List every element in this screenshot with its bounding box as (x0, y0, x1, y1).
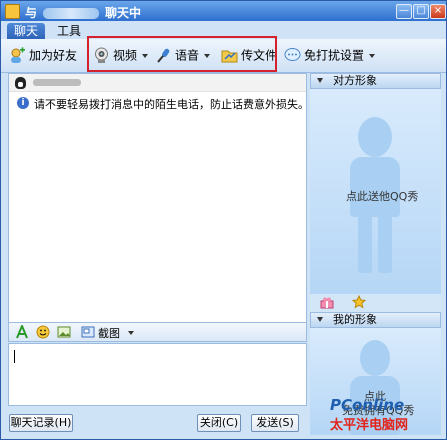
tab-tools[interactable]: 工具 (53, 23, 85, 39)
peer-show-link[interactable]: 点此送他QQ秀 (346, 188, 418, 204)
show-panel: 对方形象 点此送他QQ秀 我的形象 点此 免费拥有QQ秀 (310, 73, 441, 435)
title-suffix: 聊天中 (105, 6, 142, 20)
screenshot-dropdown-arrow[interactable] (128, 331, 134, 335)
chat-display[interactable]: i 请不要轻易拨打消息中的陌生电话，防止话费意外损失。 (8, 73, 309, 323)
watermark-brand: PConline (330, 396, 405, 414)
peer-avatar-area[interactable]: 点此送他QQ秀 (310, 89, 441, 294)
peer-avatar-leg-left (358, 215, 372, 273)
qq-penguin-icon (15, 77, 26, 89)
peer-show-header[interactable]: 对方形象 (310, 73, 441, 89)
emoji-icon[interactable] (36, 325, 50, 339)
speech-bubble-icon (284, 48, 301, 61)
maximize-button[interactable]: □ (413, 4, 429, 19)
gift-icon[interactable] (320, 296, 334, 309)
title-prefix: 与 (25, 6, 38, 20)
chat-history-button[interactable]: 聊天记录(H) (9, 414, 73, 432)
peer-avatar-body (350, 157, 400, 217)
input-toolbar: 截图 (8, 322, 307, 342)
minimize-button[interactable]: — (396, 4, 412, 19)
info-icon: i (17, 97, 29, 109)
chat-window: 与聊天中 — □ × 聊天 工具 加为好友 视频 语音 传文件 免打扰设置 i … (0, 0, 447, 440)
text-caret (14, 350, 15, 363)
system-warning: 请不要轻易拨打消息中的陌生电话，防止话费意外损失。 (34, 98, 309, 111)
chat-contact-header (9, 74, 306, 92)
add-friend-icon (11, 47, 25, 63)
highlight-box (87, 36, 277, 72)
do-not-disturb-button[interactable]: 免打扰设置 (284, 45, 376, 65)
my-show-header[interactable]: 我的形象 (310, 312, 441, 328)
message-input[interactable] (8, 343, 307, 406)
font-icon[interactable] (15, 325, 29, 339)
close-button[interactable]: 关闭(C) (197, 414, 241, 432)
star-icon[interactable] (352, 295, 366, 309)
my-avatar-head (360, 340, 390, 376)
collapse-arrow-icon (317, 317, 323, 322)
image-icon[interactable] (57, 325, 71, 339)
peer-avatar-head (358, 117, 392, 157)
send-button[interactable]: 发送(S) (251, 414, 299, 432)
tab-chat[interactable]: 聊天 (7, 23, 45, 39)
show-actions (310, 294, 441, 312)
watermark-site: 太平洋电脑网 (330, 418, 409, 433)
dnd-dropdown-arrow[interactable] (369, 53, 376, 58)
screenshot-icon[interactable] (81, 325, 95, 339)
peer-avatar-leg-right (378, 215, 392, 273)
contact-id-blurred (33, 79, 81, 86)
pconline-watermark: PConline 太平洋电脑网 (330, 396, 408, 433)
title-bar[interactable]: 与 聊天中 — □ × (1, 1, 446, 21)
close-window-button[interactable]: × (430, 4, 446, 19)
add-friend-button[interactable]: 加为好友 (9, 45, 77, 65)
collapse-arrow-icon (317, 78, 323, 83)
screenshot-label[interactable]: 截图 (98, 325, 120, 341)
window-title: 与 聊天中 (25, 4, 141, 21)
contact-name-blurred (43, 8, 100, 19)
qq-app-icon (5, 4, 20, 19)
